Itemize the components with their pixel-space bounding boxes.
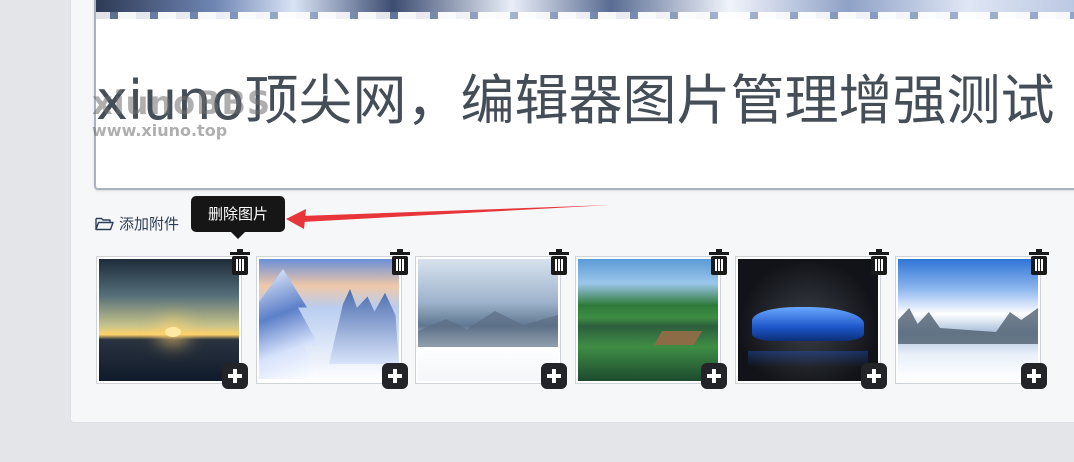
plus-icon[interactable] [222,363,248,389]
trash-icon[interactable] [225,247,255,277]
editor-banner-image [96,0,1074,19]
green-lake-image [578,259,718,381]
snowy-trees-image [259,259,399,381]
plus-icon[interactable] [541,363,567,389]
delete-image-tooltip: 删除图片 [191,196,285,239]
blue-sports-car-image [738,259,878,381]
editor-content[interactable]: xiuno顶尖网，编辑器图片管理增强测试 [94,0,1074,190]
attachment-thumb[interactable] [256,249,410,389]
trash-icon[interactable] [1024,247,1054,277]
plus-icon[interactable] [701,363,727,389]
attachment-thumb[interactable] [575,249,729,389]
folder-open-icon [95,217,114,231]
plus-icon[interactable] [1021,363,1047,389]
winter-lake-image [898,259,1038,381]
trash-icon[interactable] [704,247,734,277]
add-attachment-label: 添加附件 [119,215,180,233]
trash-icon[interactable] [864,247,894,277]
attachment-thumb[interactable] [96,249,250,389]
editor-headline: xiuno顶尖网，编辑器图片管理增强测试 [96,69,1055,132]
attachment-thumb[interactable] [735,249,889,389]
attachment-thumb[interactable] [895,249,1049,389]
attachment-thumb[interactable] [415,249,569,389]
add-attachment-link[interactable]: 添加附件 [95,213,179,234]
plus-icon[interactable] [382,363,408,389]
trash-icon[interactable] [385,247,415,277]
sunset-image [99,259,239,381]
snowy-mountain-image [418,259,558,381]
plus-icon[interactable] [861,363,887,389]
trash-icon[interactable] [544,247,574,277]
